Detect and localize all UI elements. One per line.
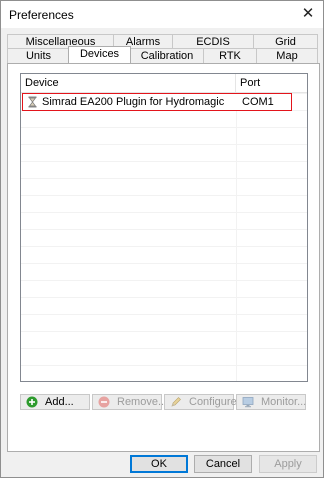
ok-button[interactable]: OK — [130, 455, 188, 473]
window-title: Preferences — [9, 8, 74, 22]
monitor-button[interactable]: Monitor... — [236, 394, 306, 410]
column-header-device[interactable]: Device — [21, 74, 236, 92]
remove-button[interactable]: Remove... — [92, 394, 167, 410]
list-header: Device Port — [21, 74, 307, 93]
tab-rtk[interactable]: RTK — [203, 48, 257, 63]
tab-label: Alarms — [125, 36, 161, 48]
add-button[interactable]: Add... — [20, 394, 90, 410]
hourglass-icon — [28, 96, 37, 108]
apply-button[interactable]: Apply — [259, 455, 317, 473]
tab-label: ECDIS — [196, 36, 230, 48]
devices-tab-panel: Device Port Simrad EA200 Plugin for Hydr… — [7, 63, 320, 452]
remove-icon — [98, 396, 110, 408]
tab-label: Map — [276, 50, 298, 62]
tab-devices[interactable]: Devices — [68, 46, 131, 63]
remove-button-label: Remove... — [117, 396, 168, 408]
table-row[interactable]: Simrad EA200 Plugin for Hydromagic COM1 — [22, 93, 292, 111]
monitor-button-label: Monitor... — [261, 396, 307, 408]
tab-label: Calibration — [140, 50, 194, 62]
port-cell: COM1 — [242, 96, 274, 108]
preferences-window: Preferences ✕ Miscellaneous Alarms ECDIS… — [0, 0, 324, 478]
add-button-label: Add... — [45, 396, 74, 408]
tab-label: Units — [25, 50, 52, 62]
tab-calibration[interactable]: Calibration — [130, 48, 204, 63]
tab-label: Devices — [79, 48, 120, 60]
column-header-port[interactable]: Port — [236, 74, 307, 92]
tab-label: Grid — [275, 36, 296, 48]
monitor-icon — [242, 397, 254, 408]
tab-label: RTK — [219, 50, 241, 62]
configure-button[interactable]: Configure... — [164, 394, 246, 410]
cancel-button[interactable]: Cancel — [194, 455, 252, 473]
tab-ecdis[interactable]: ECDIS — [172, 34, 254, 49]
pencil-icon — [171, 397, 181, 407]
device-name-cell: Simrad EA200 Plugin for Hydromagic — [42, 96, 225, 108]
add-icon — [26, 396, 38, 408]
tab-map[interactable]: Map — [256, 48, 318, 63]
list-gridlines — [21, 93, 307, 381]
tab-grid[interactable]: Grid — [253, 34, 318, 49]
device-list[interactable]: Device Port Simrad EA200 Plugin for Hydr… — [20, 73, 308, 382]
title-bar: Preferences ✕ — [1, 1, 323, 28]
close-icon[interactable]: ✕ — [297, 4, 319, 24]
tab-units[interactable]: Units — [7, 48, 70, 63]
